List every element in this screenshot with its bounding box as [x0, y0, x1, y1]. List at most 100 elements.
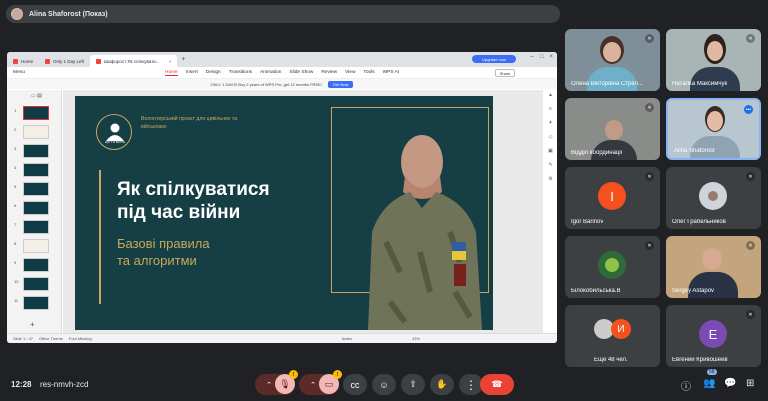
chevron-up-icon[interactable]: ⌃ — [266, 381, 272, 389]
slides-icon — [96, 58, 102, 64]
menu-button[interactable]: Menu — [7, 70, 165, 75]
status-slide-count: Slide 1 / 47 — [13, 336, 34, 341]
ribbon-insert[interactable]: Insert — [186, 70, 198, 75]
leave-call-button[interactable]: ☎ — [480, 374, 514, 395]
promo-text: ONLY 1 DAYS! Buy 2 years of WPS Pro, get… — [210, 81, 322, 87]
new-tab-icon[interactable]: + — [181, 56, 185, 63]
slide-thumbnail-image — [23, 125, 49, 139]
slide-thumbnail[interactable]: 1 — [14, 106, 57, 120]
slide-project-caption: Волонтерський проєкт для цивільних та ві… — [141, 116, 238, 130]
properties-icon[interactable]: ≡ — [549, 106, 552, 112]
image-icon[interactable]: ▣ — [548, 148, 553, 154]
slide-canvas: ЩО ТИ БРАТЕ Волонтерський проєкт для цив… — [63, 90, 543, 333]
mic-off-icon: ✕ — [746, 172, 755, 181]
participant-avatar: E — [699, 320, 727, 348]
logo-figure-icon — [106, 123, 124, 141]
maximize-icon[interactable]: □ — [540, 54, 544, 60]
ribbon-tools[interactable]: Tools — [363, 70, 374, 75]
participant-tile[interactable]: ✕ Sergey Astapov — [666, 236, 761, 298]
participant-tile[interactable]: I ✕ Igor Barinov — [565, 167, 660, 229]
captions-icon[interactable]: cc — [343, 374, 367, 395]
slide-number: 8 — [14, 241, 17, 246]
slide-thumbnail[interactable]: 6 — [14, 201, 57, 215]
people-icon[interactable]: 👥 — [703, 378, 715, 389]
status-font[interactable]: Font Missing — [69, 336, 92, 341]
slide-number: 6 — [14, 203, 17, 208]
raise-hand-icon[interactable]: ✋ — [430, 374, 454, 395]
settings-icon[interactable]: ⚙ — [548, 176, 552, 182]
wps-ai-button[interactable]: WPS AI — [383, 70, 400, 75]
activities-icon[interactable]: ⊞ — [746, 378, 754, 389]
slide-thumbnail-image — [23, 239, 49, 253]
comment-icon[interactable]: ✎ — [548, 162, 552, 168]
animation-icon[interactable]: ✦ — [548, 120, 552, 126]
participant-tile[interactable]: ✕ Олег Грабельников — [666, 167, 761, 229]
ribbon-slideshow[interactable]: Slide Show — [289, 70, 313, 75]
slide-thumbnail[interactable]: 2 — [14, 125, 57, 139]
upgrade-button[interactable]: Upgrade now — [472, 55, 516, 63]
participant-tile[interactable]: E ✕ Евгений Кривошеев — [666, 305, 761, 367]
soldier-photo — [368, 135, 482, 330]
present-screen-icon[interactable]: ⇧ — [401, 374, 425, 395]
slide-thumbnail[interactable]: 7 — [14, 220, 57, 234]
close-window-icon[interactable]: × — [549, 54, 553, 60]
slide-subtitle: Базові правила та алгоритми — [117, 236, 210, 268]
share-button[interactable]: Share — [495, 69, 515, 77]
ribbon-review[interactable]: Review — [321, 70, 337, 75]
mic-off-icon: ✕ — [645, 34, 654, 43]
thumbnail-view-icons[interactable]: ▭ ▤ — [31, 93, 42, 99]
wps-icon — [45, 58, 51, 64]
speaking-icon: ••• — [744, 105, 753, 114]
close-icon[interactable]: × — [169, 59, 172, 64]
participant-tile[interactable]: ✕ Наталка Максимчук — [666, 29, 761, 91]
slide-thumbnail[interactable]: 3 — [14, 144, 57, 158]
meet-window: Alina Shaforost (Показ) Home Only 1 Day … — [0, 0, 768, 401]
slide-thumbnail[interactable]: 9 — [14, 258, 57, 272]
participant-tile-speaking[interactable]: ••• Alina Shaforost — [666, 98, 761, 160]
slide-thumbnail[interactable]: 4 — [14, 163, 57, 177]
slide-thumbnail-image — [23, 106, 49, 120]
ribbon: Menu Home Insert Design Transitions Anim… — [7, 67, 557, 79]
slide-number: 1 — [14, 108, 17, 113]
slide-accent-line — [99, 170, 101, 304]
slide-thumbnail[interactable]: 8 — [14, 239, 57, 253]
slide-thumbnail[interactable]: 10 — [14, 277, 57, 291]
ribbon-design[interactable]: Design — [206, 70, 221, 75]
participant-avatar: И — [611, 319, 631, 339]
add-slide-icon[interactable]: + — [30, 320, 35, 329]
participant-name: Alina Shaforost — [674, 148, 715, 154]
participant-name: Олена Вікторівна Стрел... — [571, 81, 644, 87]
tab-presentation[interactable]: Шафорост Як спілкувати... × — [90, 55, 178, 67]
participant-tile[interactable]: ✕ Олена Вікторівна Стрел... — [565, 29, 660, 91]
ribbon-home[interactable]: Home — [165, 70, 178, 76]
emoji-icon[interactable]: ☺ — [372, 374, 396, 395]
minimize-icon[interactable]: – — [531, 54, 534, 60]
participant-name: Наталка Максимчук — [672, 81, 728, 87]
info-icon[interactable]: ⓘ — [681, 378, 691, 393]
zoom-level[interactable]: 43% — [412, 336, 420, 341]
ribbon-view[interactable]: View — [345, 70, 355, 75]
mic-off-icon: ✕ — [645, 103, 654, 112]
slide-logo: ЩО ТИ БРАТЕ — [96, 114, 132, 150]
scroll-up-icon[interactable]: ▲ — [548, 92, 553, 98]
tab-home[interactable]: Home — [7, 55, 39, 67]
slide-thumbnail[interactable]: 5 — [14, 182, 57, 196]
more-participants-tile[interactable]: И Ещё 48 чел. — [565, 305, 660, 367]
mic-warning-badge: ! — [289, 370, 298, 379]
slide-thumbnail-image — [23, 201, 49, 215]
ribbon-animation[interactable]: Animation — [260, 70, 281, 75]
chat-icon[interactable]: 💬 — [724, 378, 736, 389]
ribbon-transitions[interactable]: Transitions — [229, 70, 252, 75]
slide-thumbnail[interactable]: 11 — [14, 296, 57, 310]
participant-tile[interactable]: ✕ Відділ координації — [565, 98, 660, 160]
notes-button[interactable]: Notes — [342, 336, 352, 341]
slide-thumbnails: ▭ ▤ 1 2 3 4 5 6 7 8 9 10 11 + — [7, 90, 62, 333]
participant-name: Відділ координації — [571, 150, 623, 156]
participant-tile[interactable]: ✕ Білокобильська.В — [565, 236, 660, 298]
mic-off-icon: ✕ — [746, 241, 755, 250]
current-slide[interactable]: ЩО ТИ БРАТЕ Волонтерський проєкт для цив… — [75, 96, 493, 330]
tab-promo[interactable]: Only 1 Day Left — [39, 55, 90, 67]
chevron-up-icon[interactable]: ⌃ — [310, 381, 316, 389]
shape-icon[interactable]: ◇ — [549, 134, 553, 140]
get-now-button[interactable]: Get Now — [327, 80, 354, 88]
